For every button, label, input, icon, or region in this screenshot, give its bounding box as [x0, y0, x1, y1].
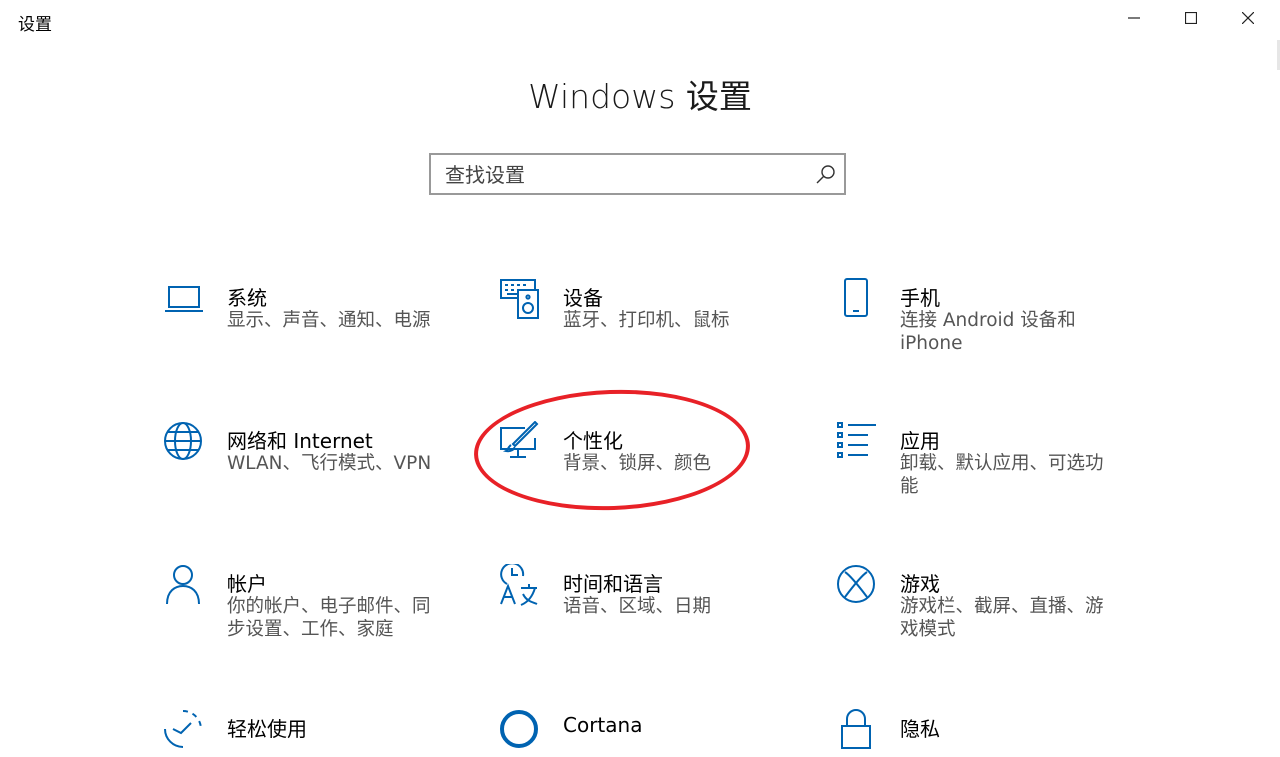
tile-title: 帐户 — [227, 572, 267, 596]
tile-title: 轻松使用 — [227, 717, 307, 741]
tile-title: 系统 — [227, 286, 267, 310]
page-title: Windows 设置 — [528, 77, 752, 116]
tile-title: 隐私 — [900, 717, 940, 741]
tile-description: 游戏栏、截屏、直播、游戏模式 — [900, 596, 1104, 640]
lock-icon — [836, 709, 880, 753]
time-language-icon — [499, 562, 543, 608]
close-icon — [1242, 12, 1254, 24]
tile-description: 你的帐户、电子邮件、同步设置、工作、家庭 — [227, 596, 431, 640]
cortana-icon — [499, 709, 543, 753]
tile-title: 游戏 — [900, 572, 940, 596]
tile-title: 设备 — [563, 286, 603, 310]
ease-of-access-icon — [163, 709, 207, 753]
tile-description: 蓝牙、打印机、鼠标 — [563, 310, 730, 331]
window-title: 设置 — [18, 15, 52, 35]
search-icon[interactable] — [816, 164, 836, 188]
keyboard-speaker-icon — [499, 278, 543, 322]
xbox-icon — [836, 564, 880, 608]
tile-title: 手机 — [900, 286, 940, 310]
minimize-icon — [1128, 17, 1140, 19]
tile-title: 时间和语言 — [563, 572, 663, 596]
tile-description: 连接 Android 设备和 iPhone — [900, 310, 1076, 354]
close-button[interactable] — [1220, 0, 1276, 36]
minimize-button[interactable] — [1106, 0, 1162, 36]
maximize-button[interactable] — [1163, 0, 1219, 36]
tile-description: 卸载、默认应用、可选功能 — [900, 453, 1104, 497]
app-list-icon — [836, 421, 880, 465]
laptop-icon — [163, 278, 207, 322]
tile-title: 应用 — [900, 429, 940, 453]
annotation-ellipse — [471, 385, 753, 515]
tile-title: Cortana — [563, 713, 643, 737]
tile-description: 语音、区域、日期 — [563, 596, 712, 617]
globe-icon — [163, 421, 207, 465]
tile-description: 显示、声音、通知、电源 — [227, 310, 431, 331]
tile-title: 网络和 Internet — [227, 429, 373, 453]
person-icon — [163, 564, 207, 608]
tile-description: WLAN、飞行模式、VPN — [227, 453, 432, 474]
title-bar: 设置 — [0, 0, 1280, 40]
search-box[interactable] — [429, 153, 846, 195]
maximize-icon — [1185, 12, 1197, 24]
search-input[interactable] — [443, 155, 807, 195]
phone-icon — [836, 278, 880, 322]
